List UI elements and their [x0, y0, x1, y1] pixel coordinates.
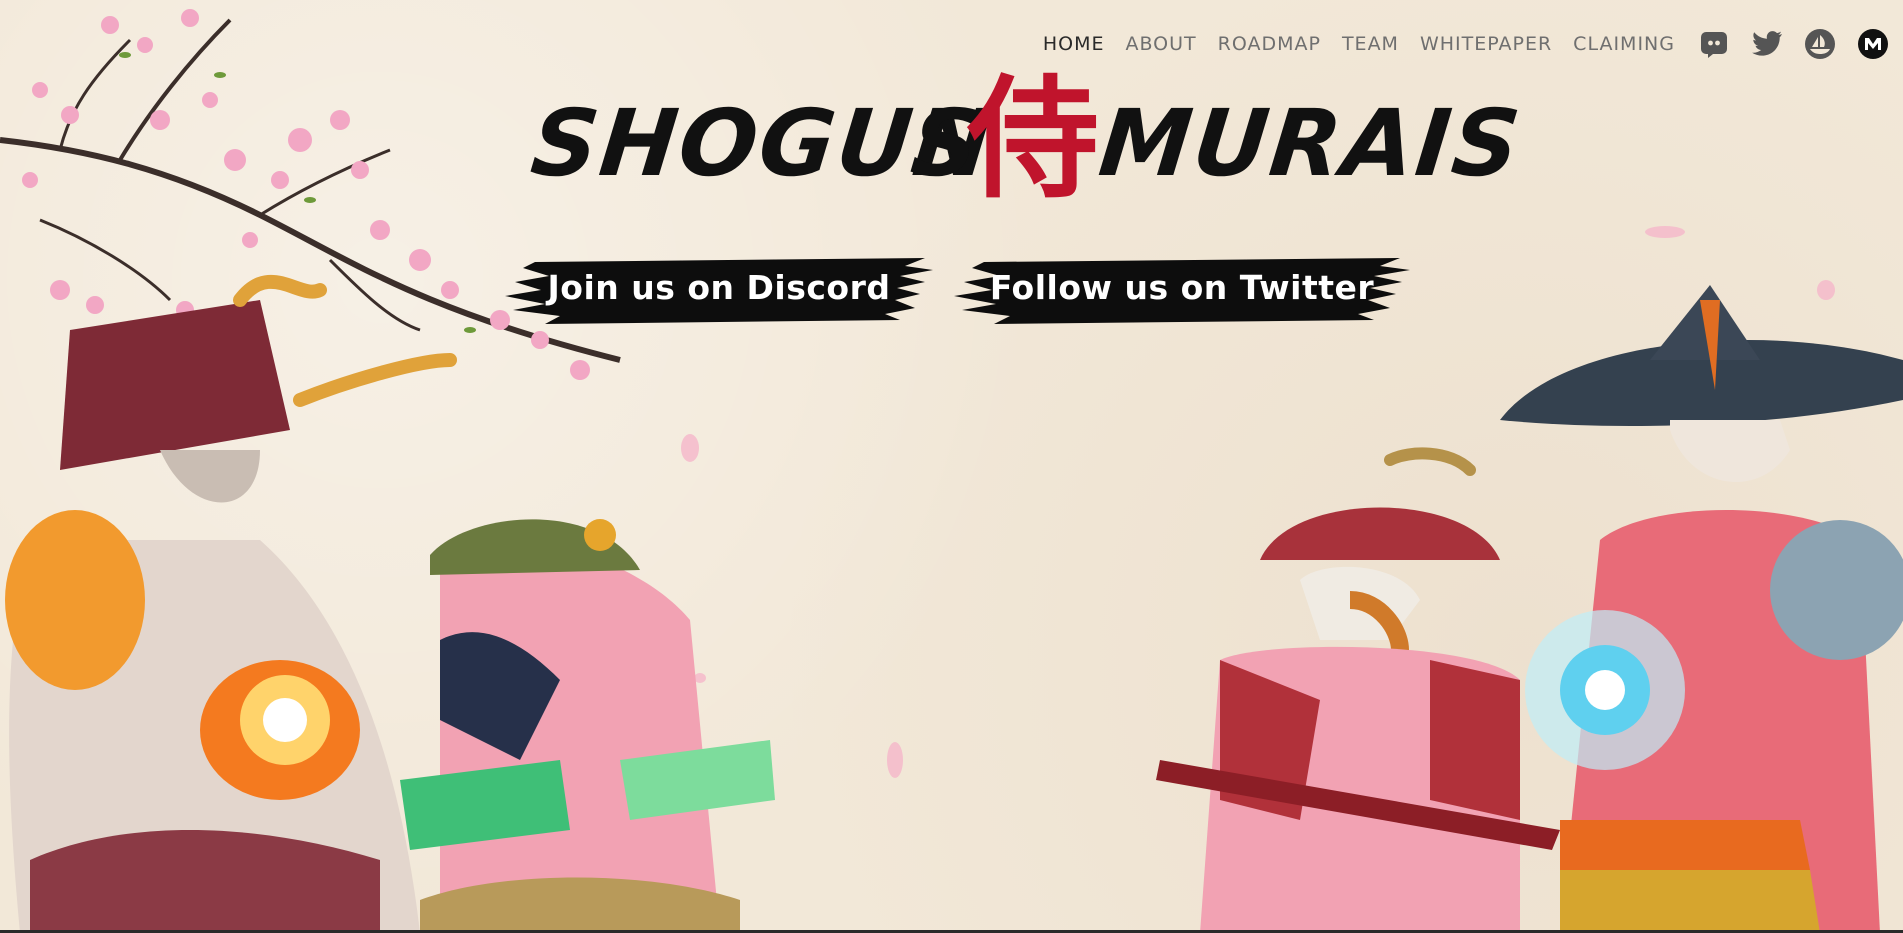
frog-samurai-figure [400, 519, 775, 933]
social-links [1698, 28, 1889, 60]
nav-home[interactable]: HOME [1043, 33, 1105, 55]
follow-twitter-button[interactable]: Follow us on Twitter [954, 254, 1410, 326]
title-word-murais: MURAIS [1094, 90, 1527, 197]
join-discord-button[interactable]: Join us on Discord [505, 254, 933, 326]
magiceden-icon[interactable] [1857, 28, 1889, 60]
top-nav: HOME ABOUT ROADMAP TEAM WHITEPAPER CLAIM… [1043, 26, 1889, 62]
discord-icon[interactable] [1698, 28, 1730, 60]
nav-about[interactable]: ABOUT [1125, 33, 1196, 55]
title-kanji-samurai: 侍 [967, 62, 1099, 217]
dog-samurai-figure [1156, 447, 1560, 933]
right-samurai-figure [1500, 285, 1903, 933]
opensea-icon[interactable] [1804, 28, 1836, 60]
site-logo-title: SHOGUN S 侍 MURAIS [526, 62, 1526, 234]
nav-team[interactable]: TEAM [1342, 33, 1399, 55]
follow-twitter-label: Follow us on Twitter [989, 268, 1375, 307]
nav-roadmap[interactable]: ROADMAP [1218, 33, 1321, 55]
nav-claiming[interactable]: CLAIMING [1573, 33, 1675, 55]
left-samurai-figure [5, 274, 457, 933]
twitter-icon[interactable] [1751, 28, 1783, 60]
nav-whitepaper[interactable]: WHITEPAPER [1420, 33, 1552, 55]
join-discord-label: Join us on Discord [547, 268, 891, 307]
